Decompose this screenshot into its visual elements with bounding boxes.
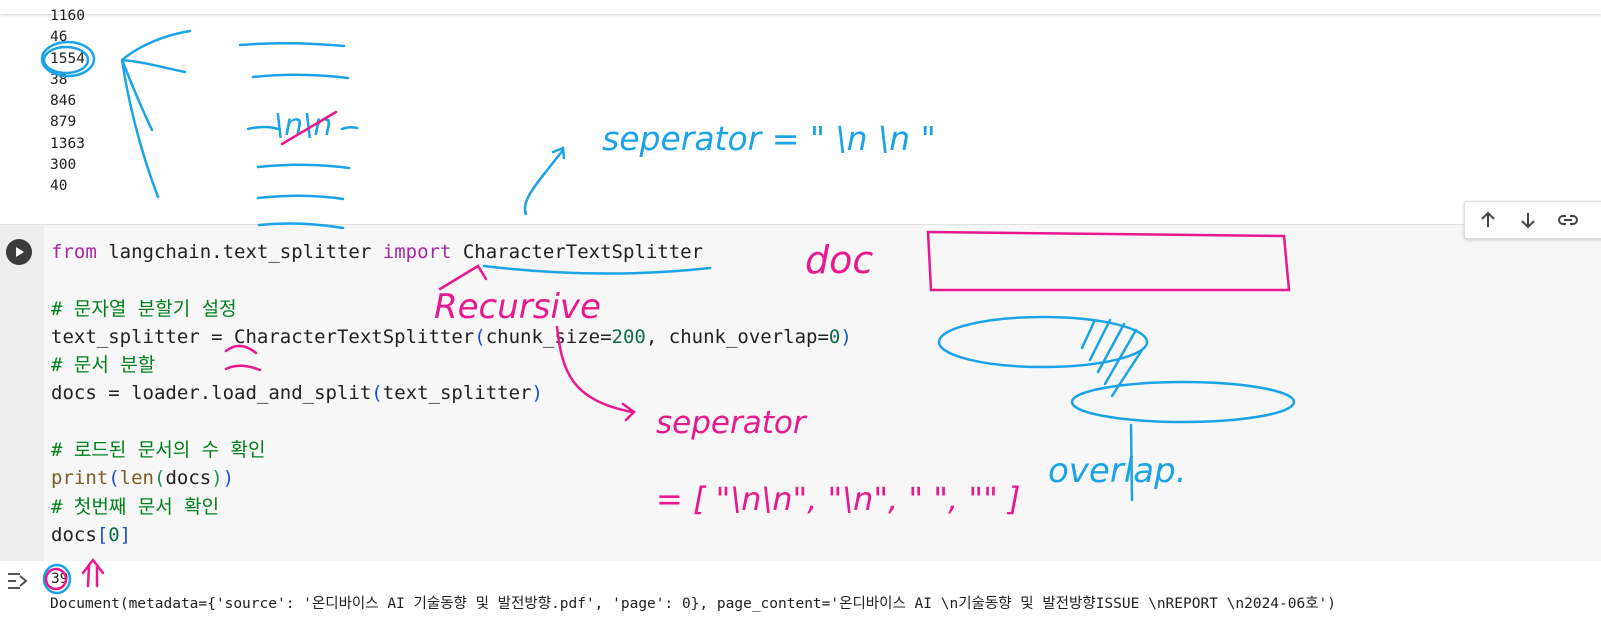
output-toggle-button[interactable] bbox=[6, 570, 32, 592]
output-line: 1363 bbox=[50, 135, 85, 152]
link-icon bbox=[1558, 215, 1578, 225]
code-comment: # 로드된 문서의 수 확인 bbox=[51, 439, 266, 462]
arrow-to-separator bbox=[523, 146, 566, 216]
code-line: text_splitter = CharacterTextSplitter(ch… bbox=[51, 325, 852, 348]
separator-note: seperator = " \n \n " bbox=[602, 119, 936, 158]
fan-lines bbox=[120, 29, 192, 199]
code-line: print(len(docs)) bbox=[51, 467, 235, 490]
code-comment: # 첫번째 문서 확인 bbox=[51, 495, 220, 518]
arrow-down-icon bbox=[1521, 213, 1535, 229]
output-document: Document(metadata={'source': '온디바이스 AI 기… bbox=[50, 596, 1337, 612]
play-icon bbox=[16, 247, 24, 257]
newline-note: \n\n bbox=[274, 108, 332, 143]
link-cell-button[interactable] bbox=[1555, 207, 1581, 233]
output-line: 1160 bbox=[50, 8, 85, 24]
code-editor[interactable]: from langchain.text_splitter import Char… bbox=[51, 238, 852, 549]
top-bar bbox=[0, 0, 1601, 14]
output-line: 46 bbox=[50, 29, 68, 46]
move-cell-up-button[interactable] bbox=[1475, 207, 1501, 233]
code-line: docs = loader.load_and_split(text_splitt… bbox=[51, 382, 543, 405]
cell-toolbar bbox=[1464, 201, 1601, 239]
output-line: 1554 bbox=[50, 50, 85, 67]
run-cell-button[interactable] bbox=[6, 239, 32, 265]
output-toggle-icon bbox=[8, 573, 28, 589]
arrow-up-icon bbox=[1481, 211, 1495, 227]
output-line: 40 bbox=[50, 178, 68, 195]
code-comment: # 문서 분할 bbox=[51, 354, 156, 377]
code-line: docs[0] bbox=[51, 523, 132, 546]
previous-output: 1160 46 1554 38 846 879 1363 300 40 bbox=[50, 6, 85, 198]
code-line: from langchain.text_splitter import Char… bbox=[51, 241, 704, 263]
code-cell[interactable]: from langchain.text_splitter import Char… bbox=[0, 224, 1601, 561]
chunk-wave bbox=[238, 41, 359, 230]
cell-gutter bbox=[0, 225, 44, 561]
output-line: 846 bbox=[50, 93, 77, 110]
output-line: 300 bbox=[50, 157, 77, 174]
output-line: 38 bbox=[50, 71, 68, 88]
move-cell-down-button[interactable] bbox=[1515, 207, 1541, 233]
code-comment: # 문자열 분할기 설정 bbox=[51, 297, 237, 320]
output-line: 879 bbox=[50, 114, 77, 131]
output-count: 39 bbox=[51, 571, 69, 587]
strike-newline bbox=[280, 110, 338, 146]
